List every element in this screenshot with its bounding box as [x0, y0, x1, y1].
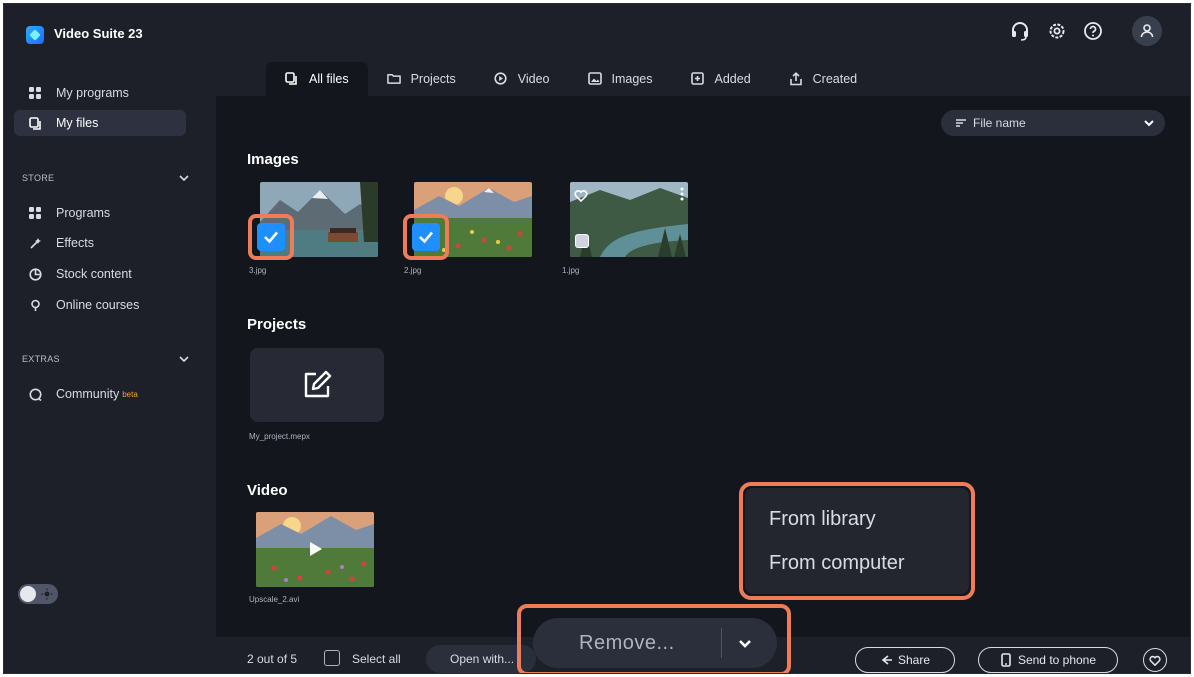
sidebar-item-my-files[interactable]: My files [14, 110, 186, 136]
selection-count: 2 out of 5 [247, 652, 298, 666]
send-to-phone-label: Send to phone [1017, 653, 1097, 667]
sidebar-item-label: Stock content [56, 267, 132, 281]
image-label: 1.jpg [562, 266, 580, 275]
image-icon [587, 72, 602, 86]
help-icon[interactable] [1080, 18, 1106, 44]
tab-projects[interactable]: Projects [368, 62, 475, 96]
sidebar-item-label: Community [56, 387, 120, 401]
grid-icon [28, 86, 42, 100]
section-title-video: Video [247, 482, 288, 499]
folder-icon [386, 72, 401, 86]
tab-label: Added [714, 72, 751, 86]
remove-highlight [517, 604, 791, 673]
image-checkbox-checked[interactable] [412, 223, 440, 251]
sidebar-item-label: Programs [56, 206, 111, 220]
tab-all-files[interactable]: All files [266, 62, 368, 96]
sort-icon [955, 117, 967, 129]
check-icon [264, 231, 278, 244]
select-all-checkbox[interactable] [324, 650, 340, 666]
select-all-label: Select all [352, 652, 401, 666]
tab-label: Projects [410, 72, 456, 86]
section-title-images: Images [247, 151, 299, 168]
video-thumbnail[interactable] [256, 512, 374, 587]
upload-icon [789, 72, 803, 86]
toggle-knob [20, 586, 36, 602]
files-icon [285, 72, 299, 86]
chevron-down-icon [1144, 120, 1154, 127]
files-icon [28, 116, 42, 130]
image-label: 3.jpg [249, 266, 267, 275]
files-panel: File name Images 3.jpg 2.jpg 1.jpg Proje… [216, 96, 1190, 637]
more-vertical-icon[interactable] [680, 187, 684, 201]
image-label: 2.jpg [404, 266, 422, 275]
grid-icon [28, 206, 42, 220]
edit-icon [304, 370, 332, 398]
user-icon[interactable] [1132, 16, 1162, 46]
share-button[interactable]: Share [855, 647, 955, 673]
phone-icon [1000, 653, 1014, 667]
project-label: My_project.mepx [249, 432, 310, 441]
sidebar-item-my-programs[interactable]: My programs [14, 80, 186, 106]
app-header: Video Suite 23 [4, 4, 1190, 62]
sort-label: File name [973, 116, 1026, 130]
tab-created[interactable]: Created [770, 62, 876, 96]
image-checkbox-highlight [403, 214, 449, 260]
sun-icon [41, 588, 53, 600]
chevron-down-icon[interactable] [178, 172, 190, 184]
tab-bar: All files Projects Video Images Added Cr… [266, 62, 876, 96]
settings-icon[interactable] [1044, 18, 1070, 44]
tab-label: Images [611, 72, 653, 86]
effects-icon [28, 236, 42, 250]
bulb-icon [28, 298, 42, 312]
share-icon [880, 653, 894, 667]
tab-label: Created [812, 72, 858, 86]
tab-label: All files [309, 72, 349, 86]
sidebar-item-community[interactable]: Community beta [14, 381, 186, 407]
heart-icon[interactable] [574, 189, 588, 202]
sidebar-item-label: My programs [56, 86, 129, 100]
heart-icon [1149, 655, 1161, 666]
store-section-label: STORE [22, 173, 55, 183]
extras-section-label: EXTRAS [22, 354, 60, 364]
app-window: Video Suite 23 My programs My files STOR… [3, 3, 1191, 674]
video-label: Upscale_2.avi [249, 595, 300, 604]
sidebar-item-stock-content[interactable]: Stock content [14, 261, 186, 287]
image-checkbox-checked[interactable] [257, 223, 285, 251]
pie-chart-icon [28, 267, 42, 281]
sidebar-item-label: Effects [56, 236, 94, 250]
sort-select[interactable]: File name [941, 110, 1165, 136]
share-label: Share [897, 653, 931, 667]
chevron-down-icon[interactable] [178, 353, 190, 365]
app-logo-icon [26, 26, 44, 44]
app-title: Video Suite 23 [54, 26, 143, 41]
beta-badge: beta [122, 389, 138, 399]
sidebar-item-online-courses[interactable]: Online courses [14, 292, 186, 318]
sidebar-item-label: My files [56, 116, 99, 130]
support-icon[interactable] [1007, 18, 1033, 44]
add-box-icon [690, 72, 705, 86]
image-checkbox-highlight [248, 214, 294, 260]
send-to-phone-button[interactable]: Send to phone [978, 647, 1118, 673]
section-title-projects: Projects [247, 316, 307, 333]
project-card[interactable] [250, 348, 384, 422]
play-icon[interactable] [309, 541, 323, 557]
image-thumbnail[interactable] [570, 182, 688, 257]
tab-added[interactable]: Added [672, 62, 770, 96]
theme-toggle[interactable] [18, 584, 58, 604]
tab-video[interactable]: Video [475, 62, 569, 96]
tab-images[interactable]: Images [569, 62, 672, 96]
sidebar-item-label: Online courses [56, 298, 140, 312]
check-icon [419, 231, 433, 244]
image-checkbox-unchecked[interactable] [575, 234, 589, 248]
menu-highlight [739, 482, 975, 600]
chat-bubble-icon [28, 387, 42, 401]
sidebar: My programs My files STORE Programs Effe… [4, 62, 216, 673]
favorite-button[interactable] [1143, 648, 1167, 672]
sidebar-item-effects[interactable]: Effects [14, 230, 186, 256]
play-circle-icon [494, 72, 508, 86]
tab-label: Video [517, 72, 550, 86]
sidebar-item-programs[interactable]: Programs [14, 200, 186, 226]
